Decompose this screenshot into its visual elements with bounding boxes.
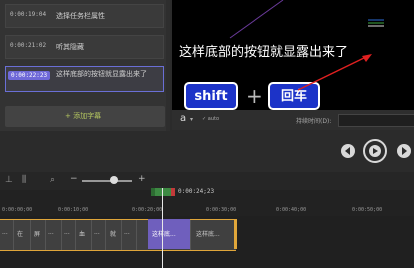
track-segment[interactable]: 血 [79,229,85,238]
add-subtitle-label: + 添加字幕 [65,112,102,120]
lock-icon[interactable]: ⊥ [5,175,13,185]
ruler-tick-label: 0:00:00;00 [2,207,33,213]
subtitle-row-active[interactable]: 0:00:22:23 这样底部的按钮就显露出来了 [5,66,164,92]
search-icon[interactable]: ⌕ [50,175,55,185]
track-segment[interactable]: ... [124,229,130,236]
track-segment[interactable]: ... [94,229,100,236]
subtitle-text: 选择任务栏属性 [56,12,105,20]
track-segment[interactable]: ... [48,229,54,236]
track-segment[interactable]: ... [64,229,70,236]
track-segment[interactable]: 在 [17,229,23,238]
zoom-slider-handle[interactable] [110,176,118,184]
track-segment[interactable]: 这样底... [196,229,220,238]
track-segment-selected[interactable]: 这样底... [152,229,176,238]
ruler-tick-label: 0:00:30;00 [206,207,237,213]
ruler-tick-label: 0:00:20;00 [132,207,163,213]
duration-input[interactable] [338,114,414,127]
waveform-icon[interactable]: ⫼ [22,175,26,185]
font-size-button[interactable]: a [180,113,186,124]
subtitle-time: 0:00:22:23 [8,71,51,80]
playhead-time: 0:00:24;23 [178,188,215,195]
track-end-handle[interactable] [234,219,237,249]
play-icon[interactable] [362,138,388,164]
plus-sign: + [246,84,263,108]
ruler-tick-label: 0:00:40;00 [276,207,307,213]
shift-key-graphic: shift [184,82,238,110]
ruler-tick-label: 0:00:50;00 [352,207,383,213]
track-segment[interactable]: 就 [110,229,116,238]
red-arrow-graphic [297,54,372,91]
auto-checkbox-label[interactable]: ✓ auto [202,116,219,122]
add-subtitle-button[interactable]: + 添加字幕 [5,106,165,127]
color-bars-graphic [368,19,384,27]
subtitle-text: 听其隐藏 [56,43,84,51]
zoom-slider[interactable] [82,180,132,182]
subtitle-text[interactable]: 这样底部的按钮就显露出来了 [56,69,160,79]
duration-label: 持续时间(D): [296,118,332,125]
subtitle-time: 0:00:21:02 [10,42,47,49]
track-segment[interactable]: 屏 [34,229,40,238]
subtitle-row[interactable]: 0:00:19:04 选择任务栏属性 [5,4,164,28]
ruler-tick-label: 0:00:10;00 [58,207,89,213]
track-segment[interactable]: ... [2,229,8,236]
subtitle-time: 0:00:19:04 [10,11,47,18]
playhead-line[interactable] [162,188,163,268]
preview-diagonal-lines [229,0,284,39]
playhead-in-marker[interactable] [151,188,155,196]
zoom-out-icon[interactable]: − [70,174,78,184]
chevron-down-icon[interactable]: ▾ [190,116,193,123]
zoom-in-icon[interactable]: + [138,174,146,184]
subtitle-row[interactable]: 0:00:21:02 听其隐藏 [5,35,164,59]
playhead-out-marker[interactable] [171,188,175,196]
scrollbar[interactable] [166,0,170,131]
next-icon[interactable] [396,143,412,159]
previous-icon[interactable] [340,143,356,159]
